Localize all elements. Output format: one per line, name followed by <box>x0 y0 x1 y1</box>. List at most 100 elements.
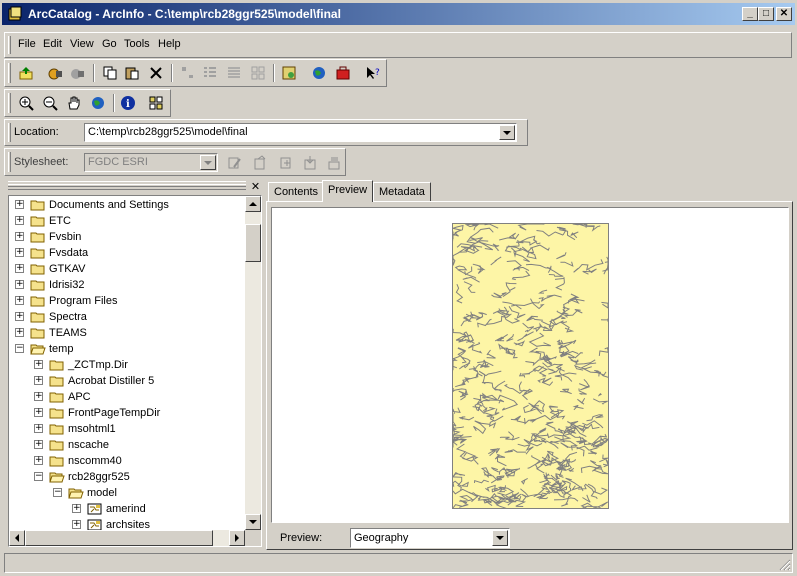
menu-help[interactable]: Help <box>158 38 181 50</box>
arctoolbox-button[interactable] <box>308 62 330 84</box>
expand-icon[interactable]: + <box>15 248 24 257</box>
tree-item[interactable]: + FrontPageTempDir <box>9 405 245 421</box>
menu-edit[interactable]: Edit <box>43 38 62 50</box>
expand-icon[interactable]: + <box>15 280 24 289</box>
zoom-in-button[interactable] <box>15 92 37 114</box>
maximize-button[interactable]: □ <box>758 7 774 21</box>
menu-go[interactable]: Go <box>102 38 117 50</box>
location-combobox[interactable]: C:\temp\rcb28ggr525\model\final <box>84 123 517 142</box>
expand-icon[interactable]: + <box>15 328 24 337</box>
tree-item[interactable]: + TEAMS <box>9 325 245 341</box>
large-icons-button[interactable] <box>177 62 199 84</box>
create-thumbnail-button[interactable] <box>145 92 167 114</box>
scroll-down-button[interactable] <box>245 514 261 530</box>
expand-icon[interactable]: + <box>15 216 24 225</box>
import-metadata-button[interactable] <box>299 152 321 174</box>
expand-icon[interactable]: + <box>15 264 24 273</box>
expand-icon[interactable]: + <box>34 408 43 417</box>
scroll-left-button[interactable] <box>9 530 25 546</box>
expand-icon[interactable]: + <box>15 232 24 241</box>
tree-item[interactable]: + archsites <box>9 517 245 530</box>
preview-dropdown-button[interactable] <box>492 530 508 546</box>
launch-arcmap-button[interactable] <box>278 62 300 84</box>
tree-item[interactable]: + GTKAV <box>9 261 245 277</box>
tree-item[interactable]: + nscomm40 <box>9 453 245 469</box>
tree-item[interactable]: − model <box>9 485 245 501</box>
expand-icon[interactable]: + <box>34 376 43 385</box>
tree-item[interactable]: + Documents and Settings <box>9 197 245 213</box>
expand-icon[interactable]: + <box>34 360 43 369</box>
tree-vertical-scrollbar[interactable] <box>245 196 261 530</box>
stylesheet-combobox[interactable]: FGDC ESRI <box>84 153 218 172</box>
expand-icon[interactable]: + <box>15 296 24 305</box>
scroll-thumb[interactable] <box>245 224 261 262</box>
tree-item[interactable]: − temp <box>9 341 245 357</box>
menu-tools[interactable]: Tools <box>124 38 150 50</box>
expand-icon[interactable]: + <box>15 312 24 321</box>
expand-icon[interactable]: + <box>34 440 43 449</box>
tree-item[interactable]: + Fvsdata <box>9 245 245 261</box>
scroll-right-button[interactable] <box>229 530 245 546</box>
tree-item[interactable]: + amerind <box>9 501 245 517</box>
tree-item[interactable]: − rcb28ggr525 <box>9 469 245 485</box>
up-one-level-button[interactable] <box>15 62 37 84</box>
list-view-button[interactable] <box>199 62 221 84</box>
chevron-down-icon <box>496 536 504 540</box>
edit-metadata-button[interactable] <box>223 152 245 174</box>
tree-item[interactable]: + msohtml1 <box>9 421 245 437</box>
metadata-properties-button[interactable] <box>249 152 271 174</box>
copy-button[interactable] <box>99 62 121 84</box>
connect-folder-button[interactable] <box>45 62 67 84</box>
expand-icon[interactable]: + <box>72 520 81 529</box>
pan-button[interactable] <box>63 92 85 114</box>
delete-button[interactable] <box>145 62 167 84</box>
tree-item[interactable]: + Idrisi32 <box>9 277 245 293</box>
zoom-out-button[interactable] <box>39 92 61 114</box>
tree-item[interactable]: + Fvsbin <box>9 229 245 245</box>
horizontal-scroll-thumb[interactable] <box>25 530 213 546</box>
tab-metadata[interactable]: Metadata <box>373 182 431 202</box>
identify-button[interactable]: i <box>117 92 139 114</box>
folder-icon <box>30 248 45 259</box>
close-panel-icon[interactable]: ✕ <box>249 181 262 193</box>
tab-contents[interactable]: Contents <box>268 182 325 202</box>
tree-item[interactable]: + Program Files <box>9 293 245 309</box>
toolbox-button[interactable] <box>332 62 354 84</box>
panel-grip[interactable] <box>8 181 246 190</box>
collapse-icon[interactable]: − <box>34 472 43 481</box>
stylesheet-dropdown-button[interactable] <box>200 155 216 170</box>
expand-icon[interactable]: + <box>15 200 24 209</box>
thumbnails-button[interactable] <box>247 62 269 84</box>
tree-item[interactable]: + _ZCTmp.Dir <box>9 357 245 373</box>
tree-item[interactable]: + Acrobat Distiller 5 <box>9 373 245 389</box>
resize-grip-icon[interactable] <box>779 559 791 571</box>
menu-view[interactable]: View <box>70 38 94 50</box>
create-update-metadata-button[interactable] <box>275 152 297 174</box>
whats-this-button[interactable]: ? <box>362 62 384 84</box>
collapse-icon[interactable]: − <box>53 488 62 497</box>
tab-preview[interactable]: Preview <box>322 180 374 202</box>
menu-file[interactable]: File <box>18 38 36 50</box>
tree-horizontal-scrollbar[interactable] <box>9 530 245 546</box>
scroll-up-button[interactable] <box>245 196 261 212</box>
minimize-button[interactable]: _ <box>742 7 758 21</box>
tree-item[interactable]: + nscache <box>9 437 245 453</box>
collapse-icon[interactable]: − <box>15 344 24 353</box>
arrow-left-icon <box>15 534 19 542</box>
close-button[interactable]: ✕ <box>776 7 792 21</box>
tree-item[interactable]: + Spectra <box>9 309 245 325</box>
expand-icon[interactable]: + <box>34 456 43 465</box>
tree-item[interactable]: + APC <box>9 389 245 405</box>
paste-button[interactable] <box>121 62 143 84</box>
export-metadata-button[interactable] <box>323 152 345 174</box>
expand-icon[interactable]: + <box>34 424 43 433</box>
preview-type-select[interactable]: Geography <box>350 528 510 548</box>
expand-icon[interactable]: + <box>72 504 81 513</box>
expand-icon[interactable]: + <box>34 392 43 401</box>
details-view-button[interactable] <box>223 62 245 84</box>
full-extent-button[interactable] <box>87 92 109 114</box>
geography-preview-canvas[interactable] <box>271 207 789 523</box>
disconnect-folder-button[interactable] <box>67 62 89 84</box>
tree-item[interactable]: + ETC <box>9 213 245 229</box>
location-dropdown-button[interactable] <box>499 125 515 140</box>
